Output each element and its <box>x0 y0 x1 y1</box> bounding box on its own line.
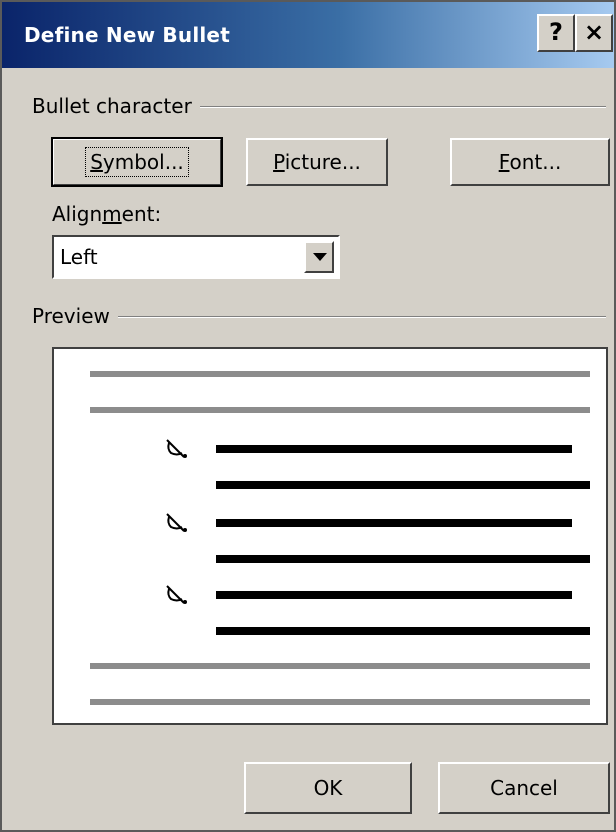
symbol-button[interactable]: Symbol... <box>51 137 223 187</box>
preview-gray-line <box>90 699 590 705</box>
ok-button[interactable]: OK <box>244 762 412 814</box>
preview-continuation-line <box>216 555 590 563</box>
ok-button-label: OK <box>313 776 343 800</box>
preview-gray-line <box>90 371 590 377</box>
preview-bullet-line <box>216 591 572 599</box>
picture-button[interactable]: Picture... <box>246 138 388 186</box>
close-button[interactable]: × <box>575 14 613 52</box>
symbol-button-label: Symbol... <box>85 147 189 177</box>
bullet-character-section-label: Bullet character <box>32 94 200 118</box>
preview-continuation-line <box>216 627 590 635</box>
define-new-bullet-dialog: Define New Bullet ? × Bullet character S… <box>0 0 616 832</box>
preview-gray-line <box>90 407 590 413</box>
preview-pane <box>52 347 608 725</box>
preview-bullet-line <box>216 445 572 453</box>
preview-continuation-line <box>216 481 590 489</box>
font-button-label: Font... <box>498 150 562 174</box>
cancel-button-label: Cancel <box>490 776 558 800</box>
font-button[interactable]: Font... <box>450 138 610 186</box>
crossed-circle-symbol-icon <box>166 585 187 604</box>
preview-divider <box>32 316 606 318</box>
help-button[interactable]: ? <box>537 14 575 52</box>
picture-button-label: Picture... <box>273 150 361 174</box>
preview-gray-line <box>90 663 590 669</box>
preview-section-label: Preview <box>32 304 118 328</box>
crossed-circle-symbol-icon <box>166 513 187 532</box>
close-icon: × <box>583 18 605 46</box>
alignment-select[interactable]: Left <box>52 235 340 279</box>
alignment-selected-value: Left <box>60 245 98 269</box>
chevron-down-icon[interactable] <box>304 241 334 273</box>
title-bar[interactable]: Define New Bullet ? × <box>2 2 614 68</box>
crossed-circle-symbol-icon <box>166 439 187 458</box>
help-icon: ? <box>549 18 563 46</box>
alignment-label: Alignment: <box>52 202 162 226</box>
dialog-title: Define New Bullet <box>24 23 230 47</box>
preview-bullet-line <box>216 519 572 527</box>
cancel-button[interactable]: Cancel <box>438 762 610 814</box>
